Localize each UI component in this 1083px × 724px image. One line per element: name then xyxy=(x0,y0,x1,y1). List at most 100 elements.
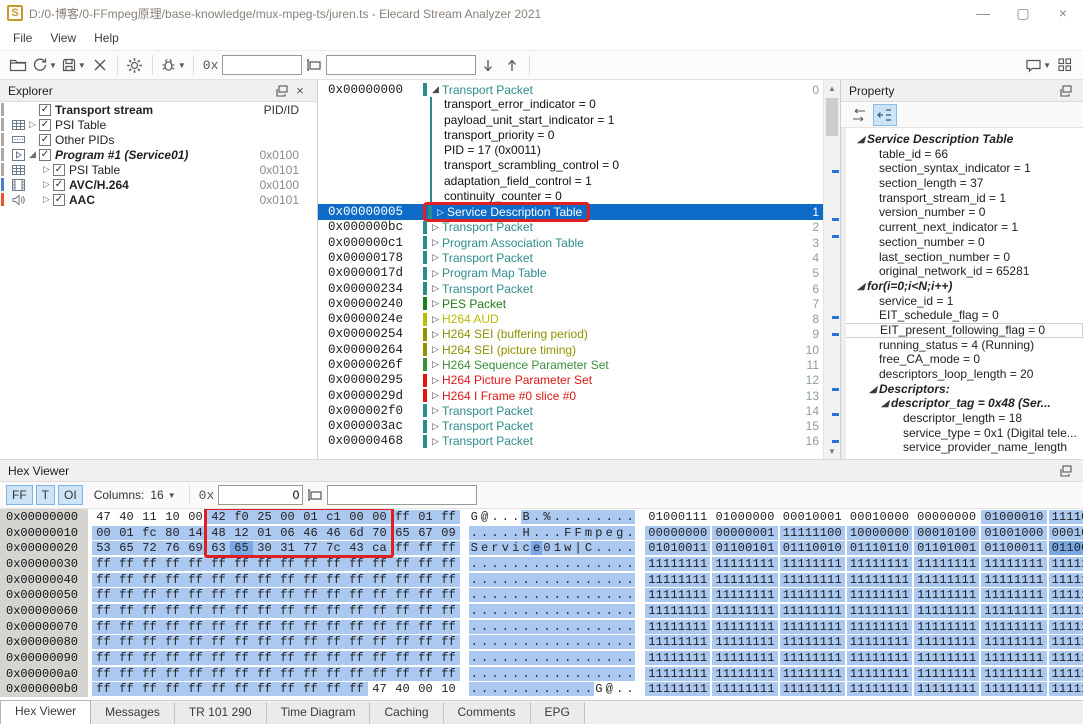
binary-group[interactable]: 01100101 xyxy=(712,541,777,555)
ascii-char[interactable]: . xyxy=(490,620,500,634)
hex-byte[interactable]: ff xyxy=(368,557,391,571)
hex-byte[interactable]: 6d xyxy=(345,526,368,540)
columns-value[interactable]: 16 xyxy=(150,488,163,502)
hex-byte[interactable]: ff xyxy=(115,620,138,634)
binary-group[interactable]: 11111111 xyxy=(780,573,845,587)
ascii-char[interactable]: . xyxy=(469,620,479,634)
ascii-char[interactable]: . xyxy=(531,604,541,618)
ascii-char[interactable]: e xyxy=(604,526,614,540)
ascii-char[interactable]: . xyxy=(625,526,635,540)
ascii-char[interactable]: . xyxy=(625,604,635,618)
packet-row[interactable]: 0x0000029d▷H264 I Frame #0 slice #013 xyxy=(318,388,823,403)
hex-byte[interactable]: ff xyxy=(276,635,299,649)
hex-byte[interactable]: ff xyxy=(253,573,276,587)
hex-mode-binary-button[interactable]: OI xyxy=(58,485,83,505)
ascii-char[interactable]: H xyxy=(521,526,531,540)
scroll-down-icon[interactable]: ▼ xyxy=(824,443,840,459)
ascii-char[interactable]: . xyxy=(594,541,604,555)
ascii-char[interactable]: . xyxy=(552,635,562,649)
binary-group[interactable]: 01010011 xyxy=(645,541,710,555)
binary-group[interactable]: 11111111 xyxy=(847,573,912,587)
chevron-collapsed-icon[interactable]: ▷ xyxy=(429,268,442,279)
ascii-char[interactable]: g xyxy=(614,526,624,540)
ascii-char[interactable]: . xyxy=(479,667,489,681)
hex-byte[interactable]: ff xyxy=(391,604,414,618)
ascii-char[interactable]: . xyxy=(594,588,604,602)
hex-byte[interactable]: ff xyxy=(230,651,253,665)
ascii-char[interactable]: . xyxy=(583,620,593,634)
hex-byte[interactable]: ff xyxy=(437,635,460,649)
ascii-char[interactable]: . xyxy=(500,682,510,696)
binary-group[interactable]: 11111111 xyxy=(645,573,710,587)
binary-group[interactable]: 00000000 xyxy=(645,526,710,540)
hex-byte[interactable]: ff xyxy=(368,635,391,649)
hex-byte[interactable]: ff xyxy=(437,620,460,634)
packet-row[interactable]: 0x0000026f▷H264 Sequence Parameter Set11 xyxy=(318,357,823,372)
ascii-char[interactable]: . xyxy=(531,557,541,571)
hex-byte[interactable]: ff xyxy=(299,557,322,571)
checkbox[interactable]: ✓ xyxy=(39,104,51,116)
property-row[interactable]: section_number = 0 xyxy=(841,235,1083,250)
hex-byte[interactable]: ff xyxy=(345,557,368,571)
ascii-char[interactable]: F xyxy=(573,526,583,540)
chevron-expanded-icon[interactable]: ◢ xyxy=(429,84,442,95)
binary-group[interactable]: 01101001 xyxy=(914,541,979,555)
ascii-char[interactable]: . xyxy=(563,620,573,634)
hex-byte[interactable]: ff xyxy=(230,682,253,696)
offset-search-input[interactable] xyxy=(222,55,302,75)
hex-byte[interactable]: ff xyxy=(161,620,184,634)
ascii-char[interactable]: . xyxy=(552,620,562,634)
hex-byte[interactable]: 47 xyxy=(368,682,391,696)
tab-messages[interactable]: Messages xyxy=(91,702,175,724)
hex-byte[interactable]: fc xyxy=(138,526,161,540)
ascii-char[interactable]: m xyxy=(583,526,593,540)
ascii-char[interactable]: . xyxy=(614,620,624,634)
binary-group[interactable]: 11111111 xyxy=(914,651,979,665)
ascii-char[interactable]: . xyxy=(521,588,531,602)
binary-group[interactable]: 11111111 xyxy=(645,620,710,634)
chevron-collapsed-icon[interactable]: ▷ xyxy=(429,390,442,401)
hex-byte[interactable]: 00 xyxy=(414,682,437,696)
hex-offset-input[interactable] xyxy=(218,485,303,505)
binary-group[interactable]: 11111111 xyxy=(712,651,777,665)
tab-time-diagram[interactable]: Time Diagram xyxy=(267,702,371,724)
hex-byte[interactable]: ff xyxy=(391,667,414,681)
hex-byte[interactable]: ff xyxy=(322,557,345,571)
hex-byte[interactable]: ff xyxy=(253,682,276,696)
ascii-char[interactable]: . xyxy=(542,635,552,649)
tab-comments[interactable]: Comments xyxy=(444,702,531,724)
ascii-char[interactable]: . xyxy=(490,588,500,602)
ascii-char[interactable]: . xyxy=(573,604,583,618)
ascii-char[interactable]: . xyxy=(500,573,510,587)
hex-byte[interactable]: 42 xyxy=(207,510,230,524)
ascii-char[interactable]: . xyxy=(500,667,510,681)
property-scroll-strip[interactable] xyxy=(841,128,846,459)
hex-byte[interactable]: ff xyxy=(161,573,184,587)
hex-byte[interactable]: ff xyxy=(92,635,115,649)
binary-group[interactable]: 11111111 xyxy=(712,588,777,602)
hex-byte[interactable]: ff xyxy=(253,588,276,602)
chevron-collapsed-icon[interactable]: ▷ xyxy=(429,359,442,370)
hex-byte[interactable]: ff xyxy=(322,651,345,665)
hex-byte[interactable]: ff xyxy=(253,604,276,618)
ascii-char[interactable]: . xyxy=(521,573,531,587)
property-row[interactable]: service_provider_name_length xyxy=(841,440,1083,455)
hex-byte[interactable]: f0 xyxy=(230,510,253,524)
binary-group[interactable]: 11111111 xyxy=(1049,604,1083,618)
ascii-char[interactable]: @ xyxy=(604,682,614,696)
chevron-collapsed-icon[interactable]: ▷ xyxy=(434,207,447,218)
hex-byte[interactable]: ff xyxy=(437,651,460,665)
ascii-char[interactable]: . xyxy=(594,573,604,587)
ascii-char[interactable]: . xyxy=(583,667,593,681)
hex-byte[interactable]: ff xyxy=(299,667,322,681)
hex-byte[interactable]: ff xyxy=(92,620,115,634)
chevron-collapsed-icon[interactable]: ▷ xyxy=(429,222,442,233)
binary-group[interactable]: 11111111 xyxy=(780,667,845,681)
checkbox[interactable]: ✓ xyxy=(39,149,51,161)
hex-byte[interactable]: ff xyxy=(437,667,460,681)
binary-group[interactable]: 11111111 xyxy=(1049,682,1083,696)
chevron-collapsed-icon[interactable]: ▷ xyxy=(429,314,442,325)
ascii-char[interactable]: . xyxy=(552,682,562,696)
chevron-expanded-icon[interactable]: ◢ xyxy=(867,382,879,397)
binary-group[interactable]: 11110000 xyxy=(1049,510,1083,524)
